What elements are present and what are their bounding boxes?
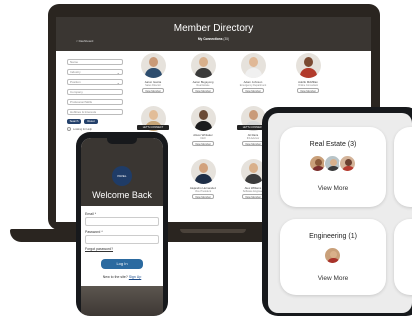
connections-count: My Connections (35) xyxy=(197,37,230,41)
login-button[interactable]: Log In xyxy=(101,259,143,269)
reset-button[interactable]: Reset xyxy=(84,119,98,124)
filter-sidebar: Name Industry ⌄ Position ⌄ Company Profess… xyxy=(67,59,123,131)
member-role: Real Estate xyxy=(196,84,210,87)
filter-name-input[interactable]: Name xyxy=(67,59,123,65)
laptop-notch xyxy=(180,229,246,233)
looking-for-help-checkbox[interactable]: Looking for Help xyxy=(67,127,123,131)
member-role: Online Consultant xyxy=(298,84,318,87)
category-card-engineering[interactable]: Engineering (1) View More xyxy=(280,219,386,295)
view-member-button[interactable]: View Member xyxy=(242,141,264,146)
view-member-button[interactable]: View Member xyxy=(242,88,264,93)
password-field[interactable] xyxy=(85,235,159,244)
avatar xyxy=(308,155,326,172)
category-avatars xyxy=(280,247,386,264)
avatar xyxy=(190,53,216,78)
view-member-button[interactable]: View Member xyxy=(192,141,214,146)
email-label: Email * xyxy=(85,212,97,216)
category-avatars xyxy=(280,155,386,172)
member-card: Alejandro Hernandez Vice President View Me… xyxy=(180,159,226,199)
directory-header: < Dashboard Member Directory My Connecti… xyxy=(56,17,371,51)
category-card-partial[interactable] xyxy=(394,127,412,207)
email-field[interactable] xyxy=(85,217,159,226)
member-role: Sales Director xyxy=(145,84,161,87)
filter-company-input[interactable]: Company xyxy=(67,89,123,95)
connect-badge: LET'S CONNECT xyxy=(137,125,169,130)
login-form: Email * Password * Forgot password? Log … xyxy=(81,206,163,279)
login-header: PAVEL Welcome Back xyxy=(81,138,163,206)
avatar xyxy=(240,53,266,78)
filter-hobbies-input[interactable]: Hobbies & Interests xyxy=(67,109,123,115)
page-title: Member Directory xyxy=(173,23,254,34)
avatar xyxy=(338,155,356,172)
view-more-link[interactable]: View More xyxy=(280,275,386,282)
avatar xyxy=(140,53,166,78)
category-card-partial[interactable] xyxy=(394,219,412,295)
filter-skills-input[interactable]: Profession/Skills xyxy=(67,99,123,105)
member-card: Adam Johnson Emergency Department View Mem… xyxy=(230,53,276,93)
member-role: Vice President xyxy=(194,190,212,193)
chevron-down-icon: ⌄ xyxy=(116,70,120,75)
category-card-real-estate[interactable]: Real Estate (3) View More xyxy=(280,127,386,207)
filter-position-select[interactable]: Position ⌄ xyxy=(67,79,123,85)
phone-notch xyxy=(107,138,137,144)
filter-industry-select[interactable]: Industry ⌄ xyxy=(67,69,123,75)
forgot-password-link[interactable]: Forgot password? xyxy=(85,247,159,251)
avatar xyxy=(190,159,216,184)
signup-link[interactable]: Sign Up xyxy=(129,275,141,279)
category-title: Engineering (1) xyxy=(309,233,357,240)
phone-frame: PAVEL Welcome Back Email * Password * Fo… xyxy=(76,132,168,316)
avatar xyxy=(323,155,341,172)
signup-prompt: New to the site? Sign Up xyxy=(102,275,142,279)
view-member-button[interactable]: View Member xyxy=(297,88,319,93)
background-photo xyxy=(81,286,163,316)
search-button[interactable]: Search xyxy=(67,119,81,124)
member-role: CEO xyxy=(200,137,206,140)
welcome-heading: Welcome Back xyxy=(92,190,152,200)
avatar xyxy=(190,106,216,131)
tablet-screen: Real Estate (3) View More Engineering (1… xyxy=(268,113,412,313)
view-more-link[interactable]: View More xyxy=(280,185,386,192)
avatar xyxy=(323,247,341,264)
avatar xyxy=(295,53,321,78)
member-card: Adolfo McMillan Online Consultant View Mem… xyxy=(285,53,331,93)
member-card: Alison Whitaker CEO View Member xyxy=(180,106,226,146)
view-member-button[interactable]: View Member xyxy=(242,194,264,199)
view-member-button[interactable]: View Member xyxy=(192,194,214,199)
password-label: Password * xyxy=(85,230,103,234)
member-card: Aaron Garcia Sales Director View Member xyxy=(130,53,176,93)
chevron-down-icon: ⌄ xyxy=(116,80,120,85)
member-role: Emergency Department xyxy=(239,84,267,87)
member-card: Aaron Bugayong Real Estate View Member xyxy=(180,53,226,93)
view-member-button[interactable]: View Member xyxy=(142,88,164,93)
category-title: Real Estate (3) xyxy=(309,141,357,148)
view-member-button[interactable]: View Member xyxy=(192,88,214,93)
brand-logo: PAVEL xyxy=(112,166,132,186)
phone-login-screen: PAVEL Welcome Back Email * Password * Fo… xyxy=(81,138,163,316)
